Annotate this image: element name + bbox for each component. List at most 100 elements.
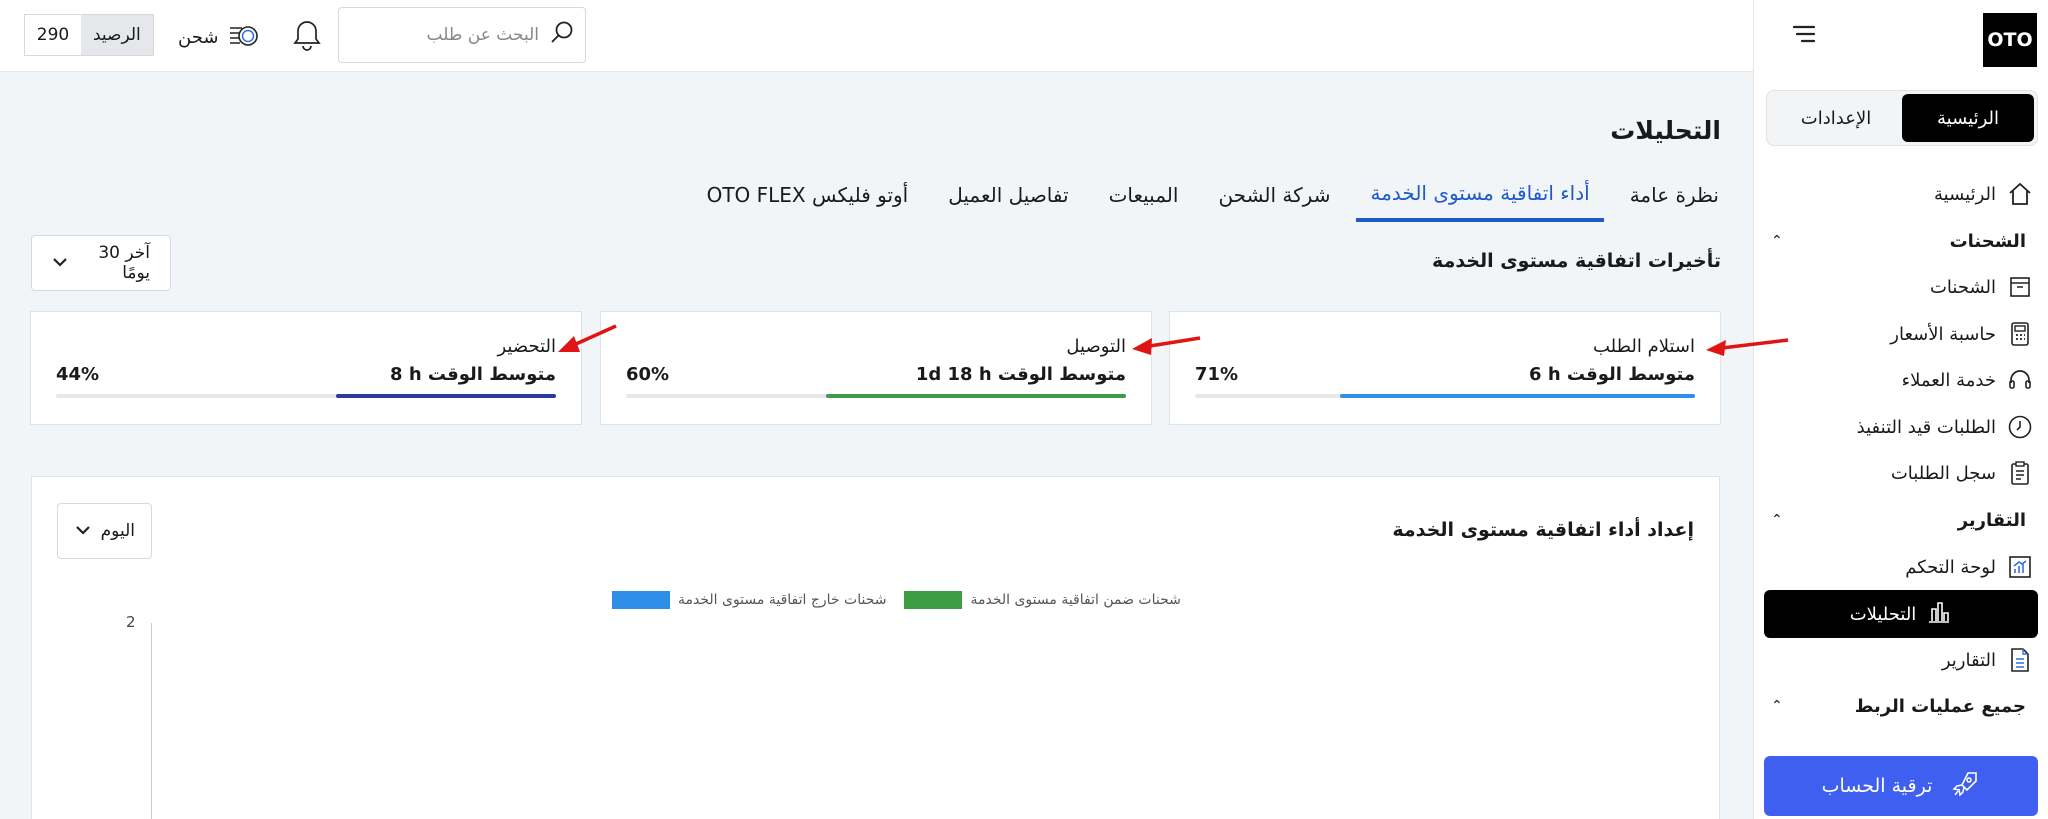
chevron-up-icon: ⌃ bbox=[1771, 512, 1783, 528]
legend-item-outside-sla[interactable]: شحنات خارج اتفاقية مستوى الخدمة bbox=[612, 591, 886, 609]
upgrade-label: ترقية الحساب bbox=[1821, 775, 1933, 797]
legend-item-within-sla[interactable]: شحنات ضمن اتفاقية مستوى الخدمة bbox=[904, 591, 1181, 609]
search-input[interactable] bbox=[359, 25, 539, 45]
card-avg-time: متوسط الوقت 8 h bbox=[390, 364, 556, 385]
segment-home[interactable]: الرئيسية bbox=[1902, 94, 2034, 142]
menu-toggle-icon[interactable] bbox=[1792, 24, 1816, 44]
dropdown-value: آخر 30 يومًا bbox=[98, 243, 150, 283]
sidebar-group-integrations[interactable]: جميع عمليات الربط ⌃ bbox=[1771, 686, 2026, 726]
ship-label: شحن bbox=[178, 27, 219, 48]
card-title: التحضير bbox=[497, 336, 556, 357]
chart-period-dropdown[interactable]: اليوم bbox=[57, 503, 152, 559]
sidebar-item-analytics[interactable]: التحليلات bbox=[1764, 590, 2038, 638]
progress-track bbox=[56, 394, 556, 398]
sidebar-item-label: خدمة العملاء bbox=[1901, 369, 1996, 391]
annotation-arrow-icon bbox=[1706, 338, 1789, 356]
sla-performance-chart-card: إعداد أداء اتفاقية مستوى الخدمة اليوم شح… bbox=[31, 476, 1720, 819]
tab-customer-details[interactable]: تفاصيل العميل bbox=[934, 168, 1082, 222]
segment-settings[interactable]: الإعدادات bbox=[1770, 94, 1902, 142]
sidebar-item-dashboard[interactable]: لوحة التحكم bbox=[1905, 547, 2034, 587]
bar-chart-icon bbox=[1926, 599, 1952, 630]
balance-label: الرصيد bbox=[81, 15, 153, 55]
sidebar-group-label: الشحنات bbox=[1949, 230, 2026, 252]
sidebar: OTO الرئيسية الإعدادات الرئيسية الشحنات … bbox=[1753, 0, 2048, 819]
bell-icon[interactable] bbox=[292, 18, 322, 52]
tab-carrier[interactable]: شركة الشحن bbox=[1204, 168, 1344, 222]
oto-logo[interactable]: OTO bbox=[1983, 13, 2037, 67]
sidebar-segment: الرئيسية الإعدادات bbox=[1766, 90, 2038, 146]
sidebar-group-shipments[interactable]: الشحنات ⌃ bbox=[1771, 221, 2026, 261]
box-icon bbox=[2006, 273, 2034, 301]
dashboard-chart-icon bbox=[2006, 553, 2034, 581]
progress-fill bbox=[826, 394, 1126, 398]
tab-sla-performance[interactable]: أداء اتفاقية مستوى الخدمة bbox=[1356, 168, 1604, 222]
card-percent: 44% bbox=[56, 364, 100, 385]
y-axis-tick: 2 bbox=[126, 613, 136, 631]
sidebar-item-shipments[interactable]: الشحنات bbox=[1930, 267, 2034, 307]
legend-label: شحنات ضمن اتفاقية مستوى الخدمة bbox=[970, 592, 1181, 608]
upgrade-account-button[interactable]: ترقية الحساب bbox=[1764, 756, 2038, 816]
dropdown-value: اليوم bbox=[100, 521, 135, 541]
sidebar-item-label: التقارير bbox=[1941, 649, 1996, 671]
sla-card-pickup: استلام الطلب متوسط الوقت 6 h 71% bbox=[1169, 311, 1721, 425]
sidebar-item-label: سجل الطلبات bbox=[1890, 462, 1996, 484]
progress-track bbox=[626, 394, 1126, 398]
chevron-up-icon: ⌃ bbox=[1771, 698, 1783, 714]
chart-title: إعداد أداء اتفاقية مستوى الخدمة bbox=[1392, 519, 1694, 541]
card-percent: 60% bbox=[626, 364, 670, 385]
date-range-dropdown[interactable]: آخر 30 يومًا bbox=[31, 235, 171, 291]
sidebar-item-pending-orders[interactable]: الطلبات قيد التنفيذ bbox=[1857, 407, 2034, 447]
annotation-arrow-icon bbox=[558, 324, 617, 352]
card-percent: 71% bbox=[1195, 364, 1239, 385]
clock-icon bbox=[2006, 413, 2034, 441]
y-axis-line bbox=[151, 623, 152, 819]
balance-box: الرصيد 290 bbox=[24, 14, 154, 56]
chevron-up-icon: ⌃ bbox=[1771, 233, 1783, 249]
progress-fill bbox=[1340, 394, 1695, 398]
tab-sales[interactable]: المبيعات bbox=[1095, 168, 1193, 222]
coins-icon bbox=[228, 20, 260, 55]
sidebar-group-label: التقارير bbox=[1957, 509, 2026, 531]
card-avg-time: متوسط الوقت 1d 18 h bbox=[915, 364, 1126, 385]
document-icon bbox=[2006, 646, 2034, 674]
card-title: التوصيل bbox=[1066, 336, 1126, 357]
tab-oto-flex[interactable]: أوتو فليكس OTO FLEX bbox=[693, 168, 923, 222]
sidebar-item-label: الرئيسية bbox=[1934, 183, 1996, 205]
clipboard-icon bbox=[2006, 459, 2034, 487]
annotation-arrow-icon bbox=[1132, 336, 1201, 355]
sidebar-item-label: الطلبات قيد التنفيذ bbox=[1856, 416, 1996, 438]
card-avg-time: متوسط الوقت 6 h bbox=[1529, 364, 1695, 385]
chart-legend: شحنات ضمن اتفاقية مستوى الخدمة شحنات خار… bbox=[612, 591, 1181, 609]
headset-icon bbox=[2006, 366, 2034, 394]
analytics-tabs: نظرة عامة أداء اتفاقية مستوى الخدمة شركة… bbox=[681, 168, 1733, 224]
calculator-icon bbox=[2006, 320, 2034, 348]
sidebar-item-label: لوحة التحكم bbox=[1905, 556, 1996, 578]
sidebar-item-home[interactable]: الرئيسية bbox=[1934, 174, 2034, 214]
rocket-icon bbox=[1950, 769, 1980, 804]
order-search[interactable] bbox=[338, 7, 586, 63]
sidebar-item-orders-log[interactable]: سجل الطلبات bbox=[1891, 453, 2034, 493]
home-icon bbox=[2006, 180, 2034, 208]
ship-button[interactable]: شحن bbox=[178, 20, 260, 55]
progress-track bbox=[1195, 394, 1695, 398]
chevron-down-icon bbox=[75, 521, 91, 541]
sidebar-group-label: جميع عمليات الربط bbox=[1854, 695, 2026, 717]
sidebar-item-label: التحليلات bbox=[1849, 603, 1917, 625]
sidebar-group-reports[interactable]: التقارير ⌃ bbox=[1771, 500, 2026, 540]
sidebar-item-reports[interactable]: التقارير bbox=[1942, 640, 2034, 680]
chevron-down-icon bbox=[52, 253, 68, 273]
legend-label: شحنات خارج اتفاقية مستوى الخدمة bbox=[678, 592, 887, 608]
sla-card-delivery: التوصيل متوسط الوقت 1d 18 h 60% bbox=[600, 311, 1152, 425]
legend-swatch bbox=[904, 591, 963, 609]
section-title: تأخيرات اتفاقية مستوى الخدمة bbox=[1432, 250, 1721, 272]
page-title: التحليلات bbox=[1610, 116, 1721, 145]
progress-fill bbox=[336, 394, 556, 398]
sidebar-item-label: حاسبة الأسعار bbox=[1890, 323, 1996, 345]
sidebar-item-label: الشحنات bbox=[1929, 276, 1996, 298]
sidebar-item-price-calculator[interactable]: حاسبة الأسعار bbox=[1890, 314, 2034, 354]
legend-swatch bbox=[612, 591, 670, 609]
sla-card-preparation: التحضير متوسط الوقت 8 h 44% bbox=[30, 311, 582, 425]
sidebar-item-customer-service[interactable]: خدمة العملاء bbox=[1902, 360, 2034, 400]
tab-overview[interactable]: نظرة عامة bbox=[1616, 168, 1733, 222]
topbar: شحن الرصيد 290 bbox=[0, 0, 1753, 72]
